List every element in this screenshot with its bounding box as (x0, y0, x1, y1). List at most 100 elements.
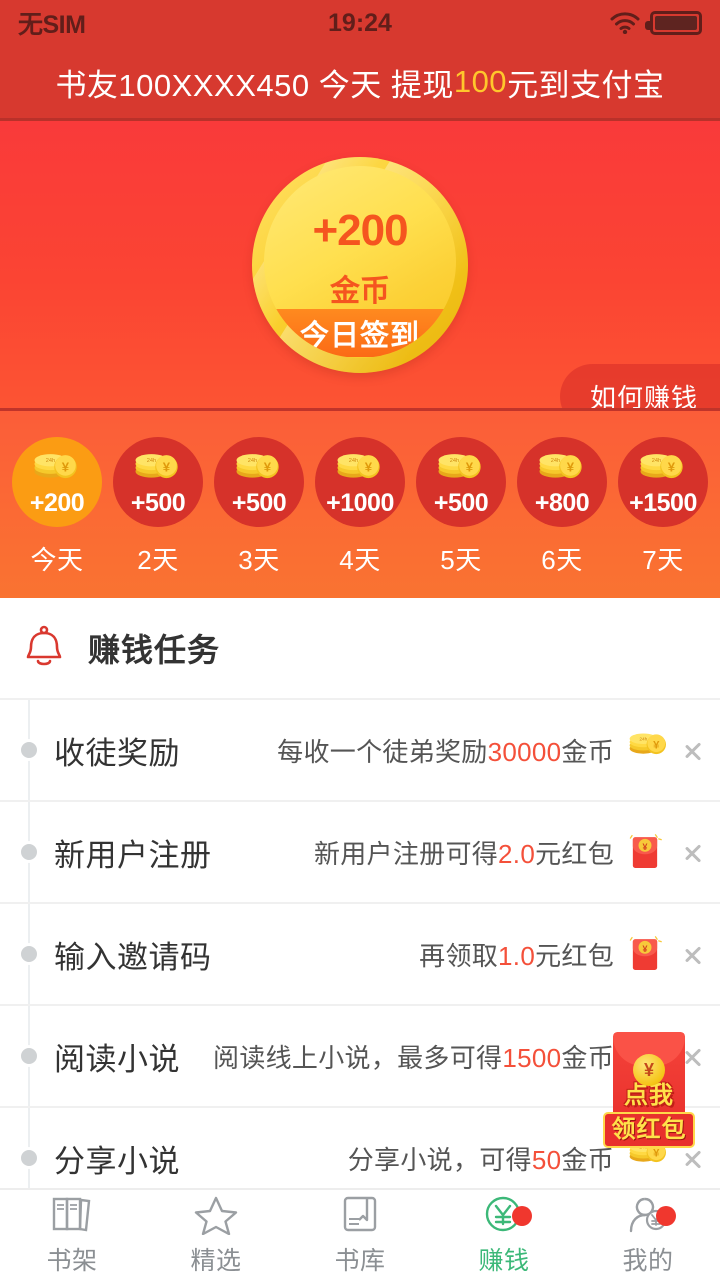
task-name: 输入邀请码 (54, 939, 212, 975)
task-desc-highlight: 30000 (487, 736, 562, 767)
signin-day-amount: +500 (231, 489, 287, 517)
task-desc-pre: 阅读线上小说，最多可得 (213, 1042, 503, 1073)
tab-label: 精选 (190, 1247, 242, 1275)
task-name: 分享小说 (54, 1143, 180, 1179)
signin-day-amount: +1500 (629, 489, 697, 517)
marquee-notice: 书友100XXXX450 今天 提现 100 元到支付宝 (0, 46, 720, 118)
signin-day-label: 今天 (30, 545, 84, 575)
coin-unit-label: 金币 (330, 274, 390, 308)
tab-label: 书架 (46, 1247, 98, 1275)
battery-full-icon (645, 11, 702, 35)
svg-text:24h: 24h (450, 458, 459, 464)
tab-label: 书库 (334, 1247, 386, 1275)
notification-badge (512, 1206, 532, 1226)
gold-coins-icon: 24h ¥ (435, 449, 487, 479)
gold-coins-icon: 24h ¥ (536, 449, 588, 479)
signin-day-label: 4天 (339, 545, 381, 575)
signin-day-circle: 24h ¥ +500 (416, 437, 506, 527)
task-trailing: 每收一个徒弟奖励30000金币 24h ¥ (277, 729, 700, 771)
marquee-amount: 100 (453, 64, 508, 99)
tab-书架[interactable]: 书架 (0, 1190, 144, 1280)
signin-day-label: 7天 (642, 545, 684, 575)
task-row[interactable]: 输入邀请码 再领取1.0元红包 ¥ (0, 902, 720, 1004)
signin-day-7[interactable]: 24h ¥ +1500 7天 (614, 437, 712, 598)
tasks-section-title: 赚钱任务 (88, 632, 221, 668)
svg-text:¥: ¥ (466, 460, 474, 475)
signin-day-2[interactable]: 24h ¥ +500 2天 (109, 437, 207, 598)
svg-text:24h: 24h (248, 458, 257, 464)
marquee-prefix: 书友100XXXX450 今天 提现 (55, 67, 454, 103)
task-desc-pre: 每收一个徒弟奖励 (277, 736, 488, 767)
coin-face: +200 金币 今日签到 (264, 165, 456, 358)
signin-day-3[interactable]: 24h ¥ +500 3天 (210, 437, 308, 598)
svg-text:¥: ¥ (62, 460, 70, 475)
tab-赚钱[interactable]: 赚钱 (432, 1190, 576, 1280)
signin-day-circle: 24h ¥ +500 (214, 437, 304, 527)
task-name: 阅读小说 (54, 1041, 180, 1077)
signin-day-4[interactable]: 24h ¥ +1000 4天 (311, 437, 409, 598)
task-bullet-dot (18, 1147, 40, 1169)
status-icons (610, 11, 702, 35)
red-packet-coin-icon: ¥ (633, 1054, 665, 1086)
signin-day-amount: +800 (534, 489, 590, 517)
svg-text:¥: ¥ (653, 1147, 660, 1159)
task-row[interactable]: 收徒奖励 每收一个徒弟奖励30000金币 24h ¥ (0, 698, 720, 800)
tab-label: 赚钱 (478, 1247, 530, 1275)
signin-hero-banner: +200 金币 今日签到 如何赚钱 (0, 118, 720, 429)
red-packet-line2: 领红包 (603, 1112, 695, 1148)
gold-coins-icon: 24h ¥ (628, 729, 670, 771)
task-bullet-dot (18, 943, 40, 965)
signin-day-5[interactable]: 24h ¥ +500 5天 (412, 437, 510, 598)
task-bullet-dot (18, 1045, 40, 1067)
tab-我的[interactable]: 我的 (576, 1190, 720, 1280)
chevron-right-icon (684, 838, 700, 866)
bookshelf-icon (50, 1193, 94, 1235)
task-desc-post: 金币 (561, 1144, 614, 1175)
task-trailing: 新用户注册可得2.0元红包 ¥ (314, 831, 700, 873)
task-desc-pre: 新用户注册可得 (313, 838, 499, 869)
signin-day-6[interactable]: 24h ¥ +800 6天 (513, 437, 611, 598)
svg-text:¥: ¥ (365, 460, 373, 475)
star-icon (194, 1193, 238, 1236)
task-name: 新用户注册 (54, 837, 212, 873)
signin-day-circle: 24h ¥ +1500 (618, 437, 708, 527)
red-packet-line1: 点我 (624, 1082, 674, 1109)
notification-badge (656, 1206, 676, 1226)
signin-day-label: 3天 (238, 545, 280, 575)
gold-coins-icon: 24h ¥ (334, 449, 386, 479)
bell-icon (22, 625, 66, 671)
task-desc-highlight: 1.0 (498, 940, 536, 971)
chevron-right-icon (684, 1144, 700, 1172)
svg-text:24h: 24h (46, 458, 55, 464)
signin-day-amount: +200 (29, 489, 85, 517)
task-desc-post: 金币 (561, 736, 614, 767)
task-description: 每收一个徒弟奖励30000金币 (277, 732, 614, 769)
signin-day-label: 2天 (137, 545, 179, 575)
task-desc-highlight: 1500 (502, 1042, 562, 1073)
svg-text:¥: ¥ (567, 460, 575, 475)
tab-书库[interactable]: 书库 (288, 1190, 432, 1280)
signin-day-1[interactable]: 24h ¥ +200 今天 (8, 437, 106, 598)
coin-band-label: 今日签到 (264, 308, 456, 357)
daily-signin-coin-button[interactable]: +200 金币 今日签到 (252, 156, 468, 373)
signin-day-amount: +500 (130, 489, 186, 517)
chevron-right-icon (684, 736, 700, 764)
task-trailing: 再领取1.0元红包 ¥ (419, 933, 700, 975)
coin-amount-label: +200 (312, 205, 408, 255)
status-bar: 无SIM 19:24 (0, 0, 720, 46)
task-desc-highlight: 50 (531, 1144, 562, 1175)
svg-text:24h: 24h (639, 736, 647, 742)
red-envelope-icon: ¥ (628, 831, 670, 873)
gold-coins-icon: 24h ¥ (637, 449, 689, 479)
task-row[interactable]: 新用户注册 新用户注册可得2.0元红包 ¥ (0, 800, 720, 902)
carrier-label: 无SIM (18, 11, 86, 39)
signin-day-circle: 24h ¥ +1000 (315, 437, 405, 527)
red-envelope-icon: ¥ (628, 933, 670, 975)
svg-text:¥: ¥ (668, 460, 676, 475)
floating-red-packet-button[interactable]: ¥ 点我 领红包 (603, 1032, 695, 1148)
svg-text:24h: 24h (652, 458, 661, 464)
tab-label: 我的 (622, 1247, 674, 1275)
red-packet-body: ¥ 点我 领红包 (603, 1032, 695, 1148)
signin-day-amount: +500 (433, 489, 489, 517)
tab-精选[interactable]: 精选 (144, 1190, 288, 1280)
